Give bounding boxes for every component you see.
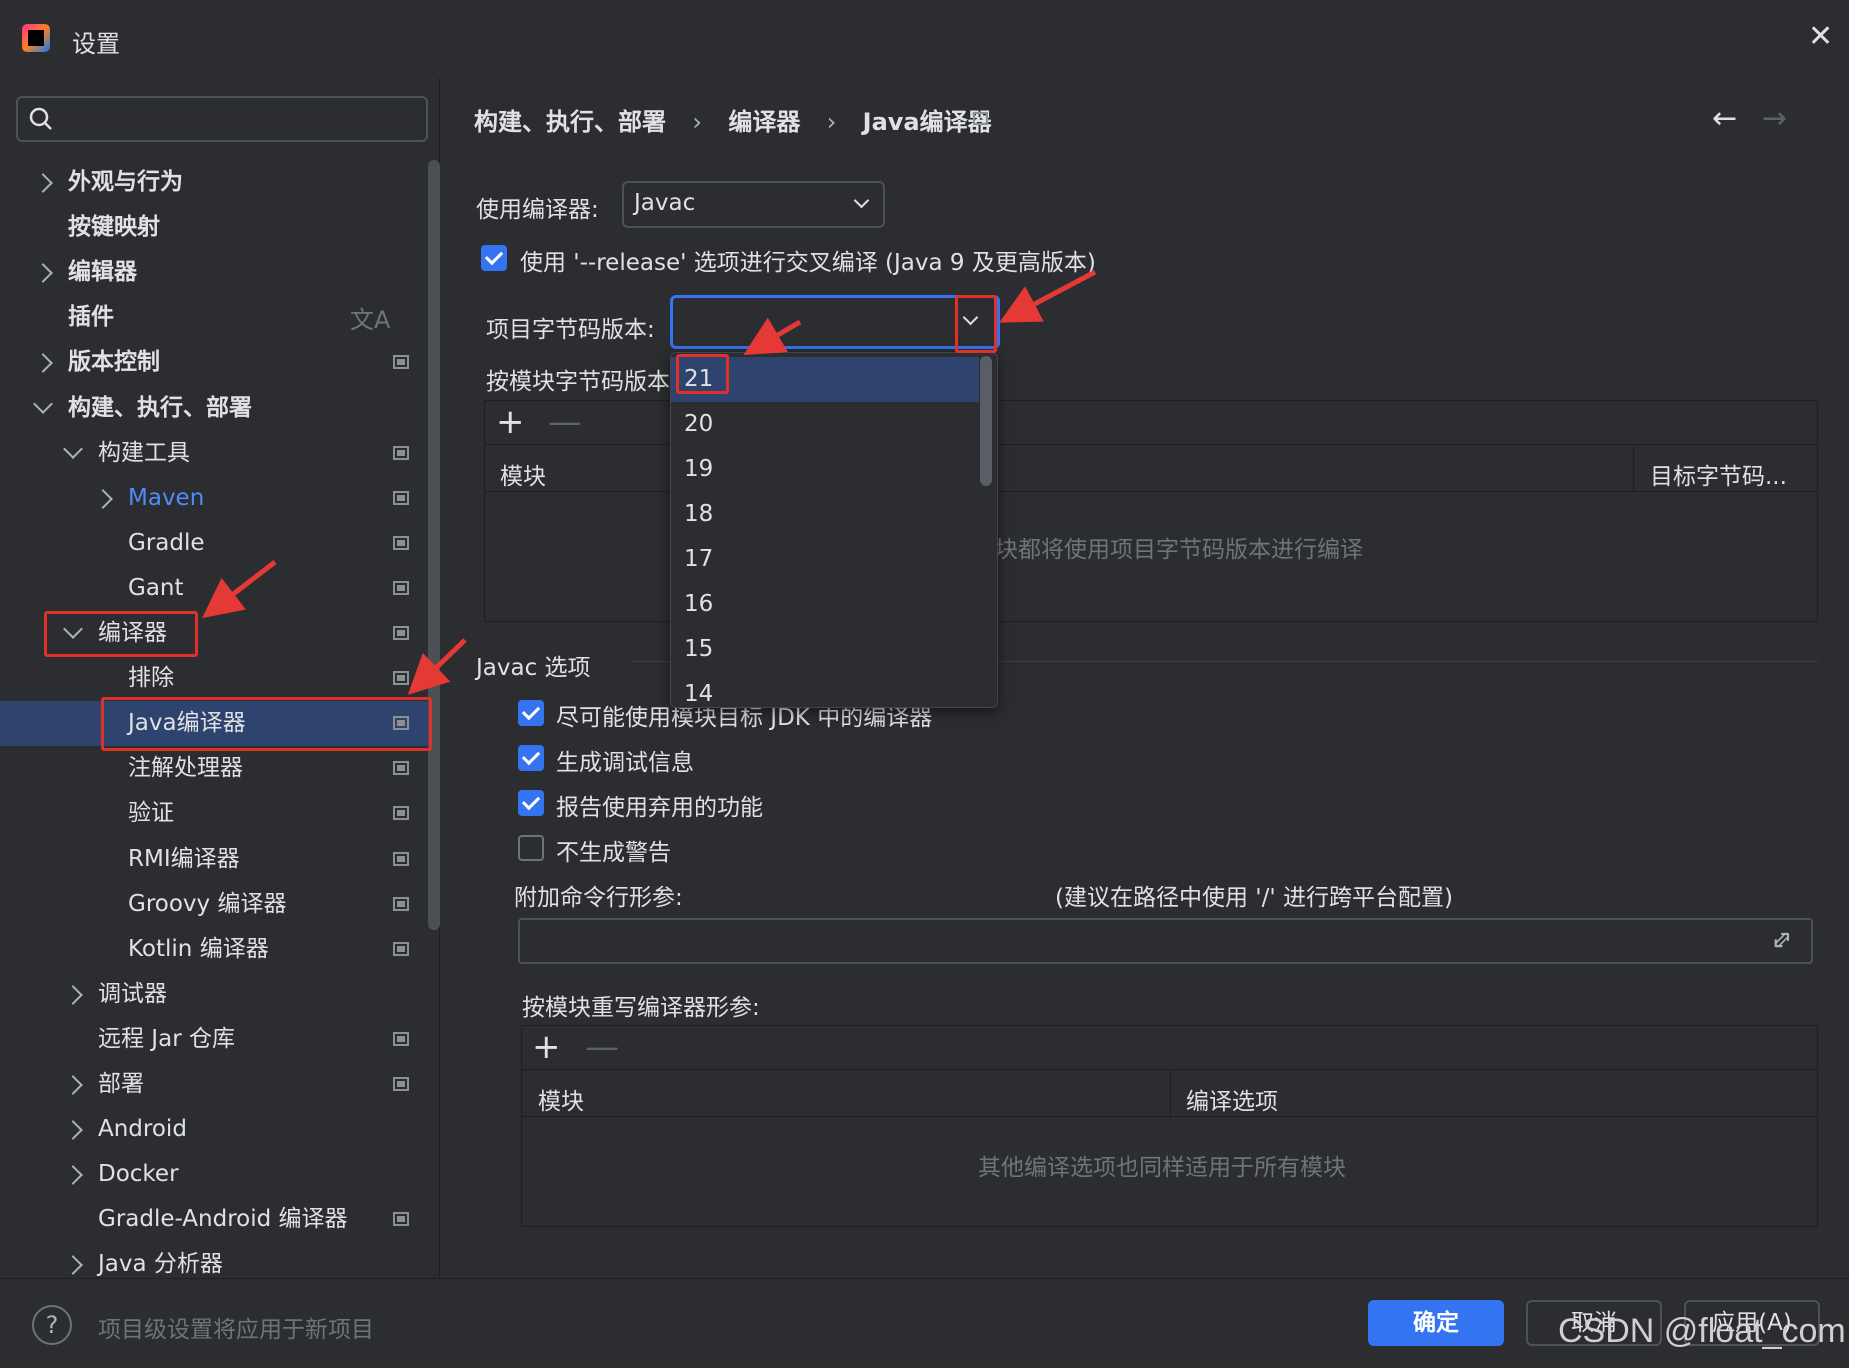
annotation-arrow bbox=[743, 317, 802, 356]
annotation-arrows bbox=[202, 269, 1097, 695]
annotation-arrow bbox=[202, 560, 277, 619]
annotation-arrow bbox=[407, 638, 467, 695]
annotation-arrow bbox=[999, 269, 1097, 323]
